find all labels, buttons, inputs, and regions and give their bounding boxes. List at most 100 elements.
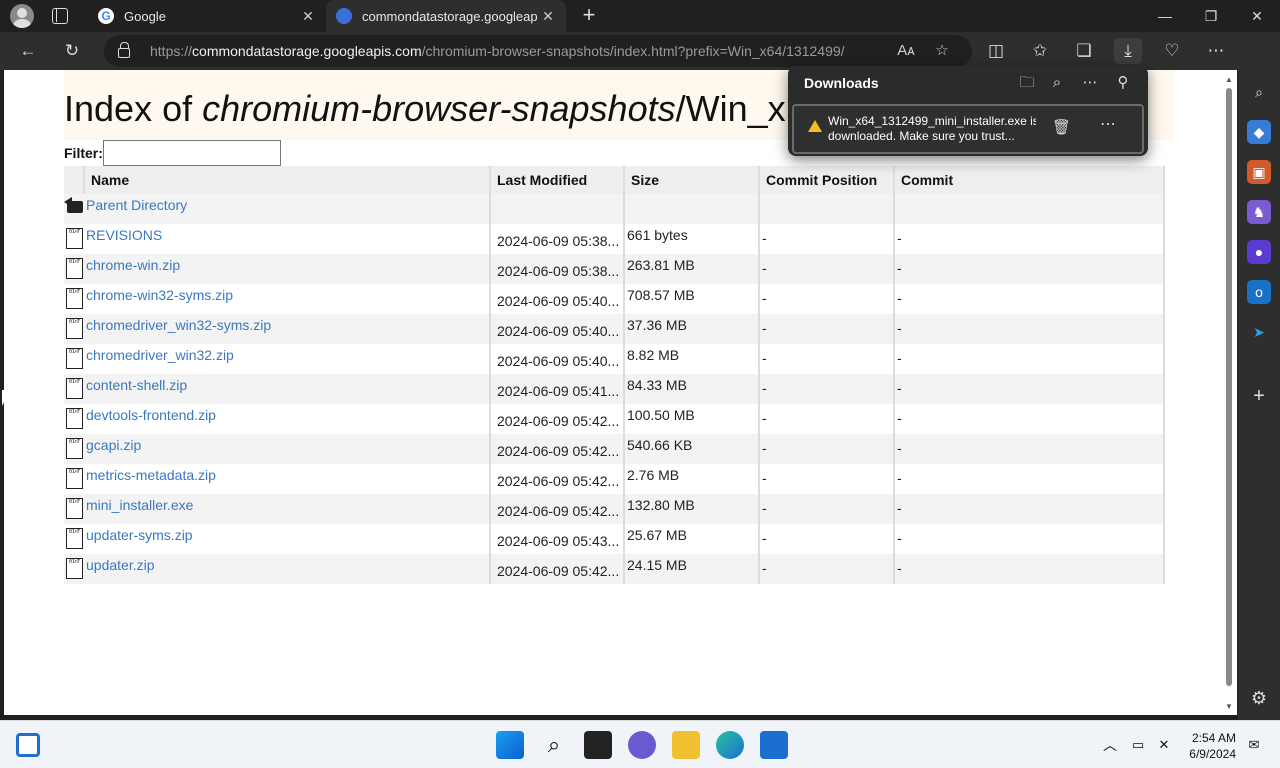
close-tab-icon[interactable]: ✕ xyxy=(538,8,558,25)
more-options-icon[interactable]: ⋯ xyxy=(1077,72,1103,94)
name-cell: devtools-frontend.zip xyxy=(84,404,491,434)
delete-download-icon[interactable]: 🗑 xyxy=(1052,118,1071,136)
filter-row: Filter: xyxy=(64,140,281,166)
scrollbar-thumb[interactable] xyxy=(1226,88,1232,686)
column-header-commit[interactable]: Commit xyxy=(894,166,1165,194)
back-arrow-icon xyxy=(64,197,84,215)
system-clock[interactable]: 2:54 AM 6/9/2024 xyxy=(1180,730,1236,762)
column-header-name[interactable]: Name xyxy=(84,166,491,194)
sidebar-settings-gear-icon[interactable]: ⚙ xyxy=(1247,686,1271,710)
file-link[interactable]: chrome-win32-syms.zip xyxy=(86,287,233,303)
tab-commondatastorage[interactable]: commondatastorage.googleapis ✕ xyxy=(326,0,566,32)
file-link[interactable]: mini_installer.exe xyxy=(86,497,193,513)
download-item[interactable]: Win_x64_1312499_mini_installer.exe isn't… xyxy=(792,104,1144,154)
file-link[interactable]: content-shell.zip xyxy=(86,377,187,393)
file-link[interactable]: chromedriver_win32.zip xyxy=(86,347,234,363)
pin-icon[interactable]: ⚲ xyxy=(1110,72,1136,94)
games-icon[interactable]: ♞ xyxy=(1247,200,1271,224)
url-text[interactable]: https://commondatastorage.googleapis.com… xyxy=(150,43,845,59)
browser-essentials-icon[interactable]: ♡ xyxy=(1158,38,1186,64)
warning-icon xyxy=(808,120,822,132)
notifications-icon[interactable]: ✉ xyxy=(1244,731,1264,759)
binary-file-icon xyxy=(66,378,83,399)
table-row: updater.zip2024-06-09 05:42...24.15 MB-- xyxy=(64,554,1165,584)
commit-position-cell: - xyxy=(759,284,895,314)
teams-chat-icon[interactable] xyxy=(628,731,656,759)
open-folder-icon[interactable]: 🗀 xyxy=(1014,72,1040,94)
address-bar[interactable]: https://commondatastorage.googleapis.com… xyxy=(104,35,972,67)
commit-position-cell: - xyxy=(759,404,895,434)
url-host: commondatastorage.googleapis.com xyxy=(192,43,422,59)
show-hidden-icons-chevron-icon[interactable]: ︿ xyxy=(1100,731,1120,759)
file-link[interactable]: chromedriver_win32-syms.zip xyxy=(86,317,271,333)
file-link[interactable]: REVISIONS xyxy=(86,227,162,243)
tab-title: Google xyxy=(124,8,166,24)
favorite-star-icon[interactable]: ☆ xyxy=(930,39,954,63)
copilot-sidebar-icon[interactable]: ● xyxy=(1247,240,1271,264)
file-link[interactable]: metrics-metadata.zip xyxy=(86,467,216,483)
name-cell: mini_installer.exe xyxy=(84,494,491,524)
minimize-button[interactable]: — xyxy=(1142,0,1188,32)
close-window-button[interactable]: ✕ xyxy=(1234,0,1280,32)
collections-icon[interactable]: ❏ xyxy=(1070,38,1098,64)
profile-avatar-icon[interactable] xyxy=(10,4,34,28)
lock-icon[interactable] xyxy=(118,42,130,58)
file-link[interactable]: devtools-frontend.zip xyxy=(86,407,216,423)
widgets-icon[interactable] xyxy=(16,733,40,757)
column-header-size[interactable]: Size xyxy=(624,166,760,194)
new-tab-button[interactable]: + xyxy=(578,4,600,26)
favorites-icon[interactable]: ✩ xyxy=(1026,38,1054,64)
back-button[interactable]: ← xyxy=(14,38,42,64)
file-link[interactable]: updater-syms.zip xyxy=(86,527,193,543)
commit-cell: - xyxy=(894,554,1165,584)
scroll-up-arrow[interactable]: ▲ xyxy=(1224,75,1234,85)
downloads-warning-icon[interactable]: ⤓ xyxy=(1114,38,1142,64)
column-header-modified[interactable]: Last Modified xyxy=(490,166,625,194)
size-cell: 100.50 MB xyxy=(624,404,760,434)
microsoft-store-icon[interactable] xyxy=(760,731,788,759)
tools-briefcase-icon[interactable]: ▣ xyxy=(1247,160,1271,184)
filter-input[interactable] xyxy=(102,140,281,166)
tab-actions-icon[interactable] xyxy=(52,8,68,24)
download-more-icon[interactable]: ⋯ xyxy=(1100,114,1116,134)
close-tab-icon[interactable]: ✕ xyxy=(298,8,318,25)
binary-file-icon xyxy=(66,498,83,519)
outlook-icon[interactable]: o xyxy=(1247,280,1271,304)
task-view-icon[interactable] xyxy=(584,731,612,759)
table-row: chrome-win.zip 2024-06-09 05:38...263.81 … xyxy=(64,254,1165,284)
icon-cell xyxy=(64,194,84,224)
search-downloads-icon[interactable]: ⌕ xyxy=(1044,72,1070,94)
restore-button[interactable]: ❐ xyxy=(1188,0,1234,32)
size-cell: 24.15 MB xyxy=(624,554,760,584)
icon-column-header xyxy=(64,166,85,194)
tab-google[interactable]: G Google ✕ xyxy=(88,0,326,32)
name-cell: chrome-win.zip xyxy=(84,254,491,284)
commit-cell: - xyxy=(894,374,1165,404)
file-link[interactable]: updater.zip xyxy=(86,557,155,573)
add-sidebar-app-icon[interactable]: + xyxy=(1247,384,1271,408)
start-windows-icon[interactable] xyxy=(496,731,524,759)
network-icon[interactable]: ▭ xyxy=(1128,731,1148,759)
settings-more-icon[interactable]: ⋯ xyxy=(1202,38,1230,64)
scroll-down-arrow[interactable]: ▼ xyxy=(1224,702,1234,712)
send-drop-icon[interactable]: ➤ xyxy=(1247,320,1271,344)
volume-muted-icon[interactable]: ✕ xyxy=(1154,731,1174,759)
split-screen-icon[interactable]: ◫ xyxy=(982,38,1010,64)
search-icon[interactable]: ⌕ xyxy=(1247,80,1271,104)
taskbar-search-icon[interactable]: ⌕ xyxy=(540,731,568,759)
refresh-button[interactable]: ↻ xyxy=(58,38,86,64)
modified-cell xyxy=(490,194,625,224)
commit-cell: - xyxy=(894,344,1165,374)
edge-browser-icon[interactable] xyxy=(716,731,744,759)
modified-cell: 2024-06-09 05:42... xyxy=(490,494,625,524)
file-explorer-icon[interactable] xyxy=(672,731,700,759)
column-header-commit-position[interactable]: Commit Position xyxy=(759,166,895,194)
icon-cell xyxy=(64,464,84,494)
read-aloud-icon[interactable]: Aᴀ xyxy=(894,39,918,63)
file-link[interactable]: chrome-win.zip xyxy=(86,257,180,273)
file-link[interactable]: gcapi.zip xyxy=(86,437,141,453)
parent-directory-link[interactable]: Parent Directory xyxy=(86,197,187,213)
shopping-tag-icon[interactable]: ◆ xyxy=(1247,120,1271,144)
size-cell: 132.80 MB xyxy=(624,494,760,524)
commit-position-cell: - xyxy=(759,554,895,584)
